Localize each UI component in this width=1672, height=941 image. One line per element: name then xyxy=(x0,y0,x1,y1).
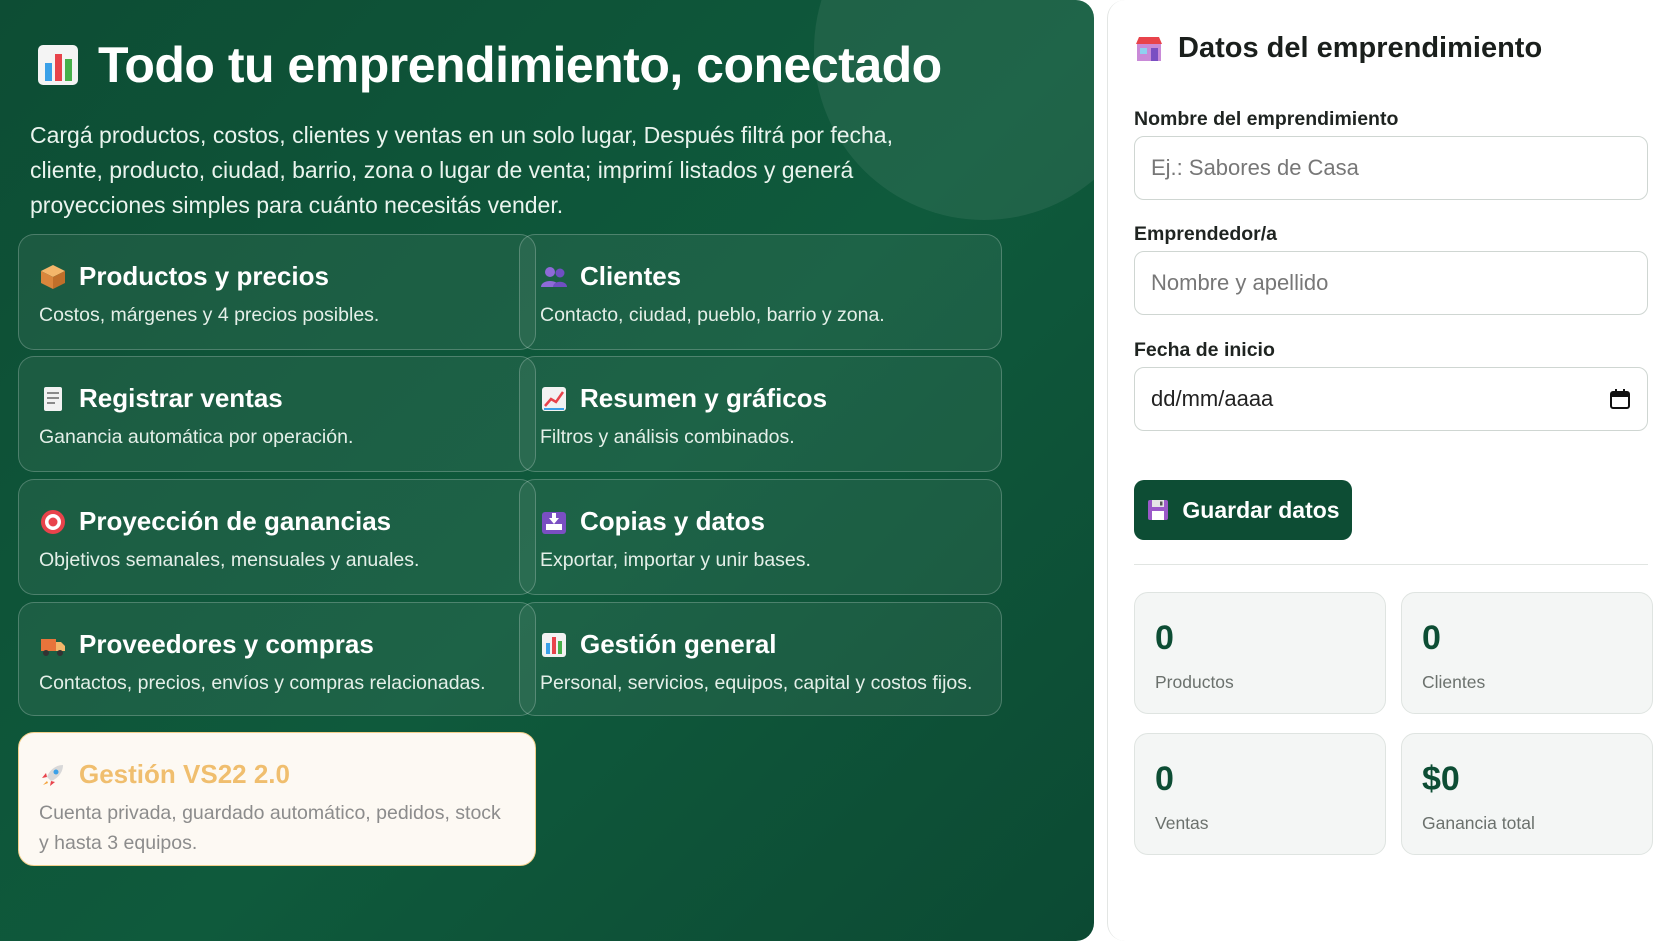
date-label: Fecha de inicio xyxy=(1134,339,1275,361)
rocket-icon xyxy=(42,764,63,786)
bar-chart-icon xyxy=(38,45,78,85)
stat-card-productos: 0 Productos xyxy=(1134,592,1386,714)
hero-subtitle: Cargá productos, costos, clientes y vent… xyxy=(30,122,893,218)
feature-card-title: Copias y datos xyxy=(580,506,765,536)
stat-card-ventas: 0 Ventas xyxy=(1134,733,1386,855)
stat-label: Productos xyxy=(1155,672,1234,692)
feature-card-desc: Contactos, precios, envíos y compras rel… xyxy=(39,672,486,694)
panel-title-text: Datos del emprendimiento xyxy=(1178,32,1543,64)
promo-card-vs22[interactable]: Gestión VS22 2.0 Cuenta privada, guardad… xyxy=(18,732,536,866)
name-label: Nombre del emprendimiento xyxy=(1134,108,1399,130)
stat-value: $0 xyxy=(1422,760,1460,798)
feature-card-title: Proveedores y compras xyxy=(79,629,374,659)
stat-card-clientes: 0 Clientes xyxy=(1401,592,1653,714)
floppy-disk-icon xyxy=(1148,500,1169,520)
panel-divider xyxy=(1134,564,1648,565)
truck-icon xyxy=(41,638,65,656)
stat-value: 0 xyxy=(1155,760,1174,798)
feature-card-productos[interactable]: Productos y precios Costos, márgenes y 4… xyxy=(18,234,536,350)
save-button-label: Guardar datos xyxy=(1182,496,1340,523)
feature-card-desc: Personal, servicios, equipos, capital y … xyxy=(540,672,973,694)
line-chart-icon xyxy=(542,386,566,411)
inbox-tray-icon xyxy=(542,511,566,534)
hero-title-text: Todo tu emprendimiento, conectado xyxy=(98,37,942,93)
promo-card-title: Gestión VS22 2.0 xyxy=(79,759,290,789)
feature-card-title: Gestión general xyxy=(580,629,777,659)
feature-card-gestion[interactable]: Gestión general Personal, servicios, equ… xyxy=(519,602,1002,716)
feature-card-desc: Costos, márgenes y 4 precios posibles. xyxy=(39,304,380,326)
feature-card-desc: Filtros y análisis combinados. xyxy=(540,426,795,448)
owner-label: Emprendedor/a xyxy=(1134,223,1278,245)
feature-card-title: Productos y precios xyxy=(79,261,329,291)
feature-card-title: Proyección de ganancias xyxy=(79,506,392,536)
feature-card-desc: Contacto, ciudad, pueblo, barrio y zona. xyxy=(540,304,885,326)
feature-card-proyeccion[interactable]: Proyección de ganancias Objetivos semana… xyxy=(18,479,536,595)
bar-chart-icon xyxy=(542,632,566,657)
target-icon xyxy=(41,509,65,534)
calendar-icon[interactable] xyxy=(1609,388,1631,410)
feature-card-title: Registrar ventas xyxy=(79,383,283,413)
stat-label: Ganancia total xyxy=(1422,813,1535,833)
panel-title: Datos del emprendimiento xyxy=(1134,32,1542,65)
feature-card-clientes[interactable]: Clientes Contacto, ciudad, pueblo, barri… xyxy=(519,234,1002,350)
feature-card-proveedores[interactable]: Proveedores y compras Contactos, precios… xyxy=(18,602,536,716)
feature-card-ventas[interactable]: Registrar ventas Ganancia automática por… xyxy=(18,356,536,472)
date-placeholder: dd/mm/aaaa xyxy=(1151,386,1274,411)
feature-card-desc: Ganancia automática por operación. xyxy=(39,426,354,448)
stat-label: Ventas xyxy=(1155,813,1209,833)
feature-card-title: Clientes xyxy=(580,261,682,291)
promo-card-desc: Cuenta privada, guardado automático, ped… xyxy=(39,802,501,854)
owner-name-input[interactable] xyxy=(1134,251,1648,315)
hero-section: Todo tu emprendimiento, conectado Cargá … xyxy=(0,0,1094,941)
feature-card-desc: Exportar, importar y unir bases. xyxy=(540,549,811,571)
stat-value: 0 xyxy=(1422,619,1441,657)
stat-label: Clientes xyxy=(1422,672,1486,692)
save-button[interactable]: Guardar datos xyxy=(1134,480,1352,540)
feature-card-resumen[interactable]: Resumen y gráficos Filtros y análisis co… xyxy=(519,356,1002,472)
hero-title: Todo tu emprendimiento, conectado xyxy=(36,36,942,94)
users-icon xyxy=(541,266,567,287)
feature-card-title: Resumen y gráficos xyxy=(580,383,828,413)
package-icon xyxy=(41,264,65,289)
business-name-input[interactable] xyxy=(1134,136,1648,200)
feature-card-desc: Objetivos semanales, mensuales y anuales… xyxy=(39,549,420,571)
stat-value: 0 xyxy=(1155,619,1174,657)
store-icon xyxy=(1136,36,1162,61)
receipt-icon xyxy=(44,386,62,411)
business-data-panel: Datos del emprendimiento Nombre del empr… xyxy=(1107,0,1672,941)
stat-card-ganancia: $0 Ganancia total xyxy=(1401,733,1653,855)
feature-card-copias[interactable]: Copias y datos Exportar, importar y unir… xyxy=(519,479,1002,595)
start-date-input[interactable]: dd/mm/aaaa xyxy=(1134,367,1648,431)
